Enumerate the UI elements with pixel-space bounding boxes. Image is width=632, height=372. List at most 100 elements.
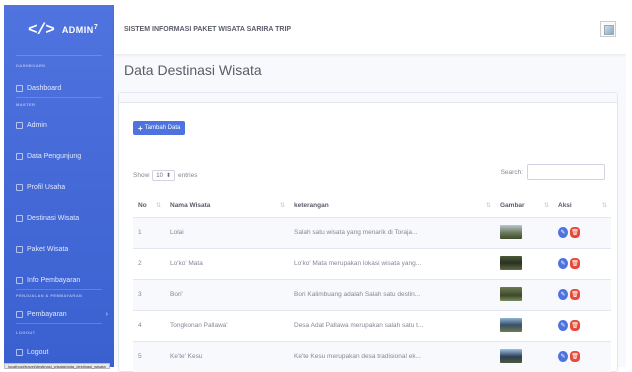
- add-data-label: Tambah Data: [144, 125, 181, 131]
- credit-card-icon: [16, 276, 23, 284]
- sort-icon: ⇅: [279, 203, 285, 209]
- delete-button[interactable]: 🗑: [570, 320, 580, 331]
- sidebar-divider: [16, 55, 102, 56]
- table-row: 5 Ke'te' Kesu Ke'te Kesu merupakan desa …: [133, 340, 611, 372]
- cell-gambar: [495, 247, 553, 279]
- browser-status-url: localhost/travel/destinasi_wisata/data_d…: [4, 363, 110, 369]
- cell-nama: Bori': [165, 278, 289, 310]
- cell-no: 5: [133, 340, 165, 372]
- cell-nama: Tongkonan Pallawa': [165, 309, 289, 341]
- user-icon: [16, 121, 23, 129]
- cell-keterangan: Ke'te Kesu merupakan desa tradisional ek…: [289, 340, 495, 372]
- sidebar-item-label: Dashboard: [27, 84, 62, 92]
- users-icon: [16, 152, 23, 160]
- map-icon: [16, 214, 23, 222]
- table-header-row: No ⇅ Nama Wisata ⇅ keterangan ⇅ Gambar ⇅ Aks…: [133, 195, 611, 218]
- destination-thumbnail: [500, 224, 522, 239]
- sidebar-item-dashboard[interactable]: Dashboard: [16, 81, 108, 95]
- sidebar-heading-dashboard: DASHBOARD: [16, 63, 46, 68]
- destination-thumbnail: [500, 255, 522, 270]
- sidebar-divider: [16, 289, 102, 290]
- select-arrows-icon: ⬍: [165, 173, 171, 179]
- edit-button[interactable]: ✎: [558, 258, 568, 269]
- topbar: SISTEM INFORMASI PAKET WISATA SARIRA TRI…: [114, 5, 626, 54]
- sidebar-item-info-pembayaran[interactable]: Info Pembayaran: [16, 273, 108, 287]
- table-row: 1 Lolai Salah satu wisata yang menarik d…: [133, 216, 611, 248]
- sidebar-heading-master: MASTER: [16, 102, 36, 107]
- sort-icon: ⇅: [601, 203, 607, 209]
- edit-button[interactable]: ✎: [558, 289, 568, 300]
- delete-button[interactable]: 🗑: [570, 289, 580, 300]
- delete-button[interactable]: 🗑: [570, 227, 580, 238]
- cell-aksi: ✎ 🗑: [553, 247, 611, 279]
- delete-button[interactable]: 🗑: [570, 258, 580, 269]
- cell-no: 1: [133, 216, 165, 248]
- topbar-title: SISTEM INFORMASI PAKET WISATA SARIRA TRI…: [124, 26, 292, 33]
- cell-aksi: ✎ 🗑: [553, 278, 611, 310]
- cell-gambar: [495, 278, 553, 310]
- sidebar-item-pembayaran[interactable]: Pembayaran ›: [16, 307, 108, 321]
- cell-keterangan: Lo'ko' Mata merupakan lokasi wisata yang…: [289, 247, 495, 279]
- cell-nama: Ke'te' Kesu: [165, 340, 289, 372]
- cell-gambar: [495, 309, 553, 341]
- cell-gambar: [495, 340, 553, 372]
- sidebar-heading-transactions: PENJUALAN & PEMBAYARAN: [16, 293, 83, 298]
- sidebar-item-logout[interactable]: Logout: [16, 345, 108, 359]
- entries-select[interactable]: 10 ⬍: [152, 170, 175, 181]
- destination-thumbnail: [500, 286, 522, 301]
- cell-nama: Lo'ko' Mata: [165, 247, 289, 279]
- sidebar-item-label: Logout: [27, 348, 49, 356]
- table-row: 3 Bori' Bori Kalimbuang adalah Salah sat…: [133, 278, 611, 310]
- column-header-gambar[interactable]: Gambar ⇅: [495, 195, 553, 218]
- destination-thumbnail: [500, 348, 522, 363]
- building-icon: [16, 183, 23, 191]
- delete-button[interactable]: 🗑: [570, 351, 580, 363]
- cell-nama: Lolai: [165, 216, 289, 248]
- edit-button[interactable]: ✎: [558, 320, 568, 331]
- sort-icon: ⇅: [485, 203, 491, 209]
- destinations-table: No ⇅ Nama Wisata ⇅ keterangan ⇅ Gambar ⇅ Aks…: [133, 195, 611, 372]
- column-header-keterangan[interactable]: keterangan ⇅: [289, 195, 495, 218]
- sidebar-item-profil-usaha[interactable]: Profil Usaha: [16, 180, 108, 194]
- sidebar-item-label: Data Pengunjung: [27, 152, 82, 160]
- sidebar-item-label: Info Pembayaran: [27, 276, 81, 284]
- sidebar-item-label: Profil Usaha: [27, 183, 66, 191]
- brand[interactable]: </> ADMIN7: [4, 5, 114, 54]
- cell-no: 2: [133, 247, 165, 279]
- table-row: 4 Tongkonan Pallawa' Desa Adat Pallawa m…: [133, 309, 611, 341]
- cell-keterangan: Bori Kalimbuang adalah Salah satu destin…: [289, 278, 495, 310]
- sign-out-icon: [16, 348, 23, 356]
- sidebar-item-label: Paket Wisata: [27, 245, 69, 253]
- brand-name: ADMIN7: [61, 24, 99, 35]
- sidebar-item-paket-wisata[interactable]: Paket Wisata: [16, 242, 108, 256]
- column-header-no[interactable]: No ⇅: [133, 195, 165, 218]
- box-icon: [16, 245, 23, 253]
- edit-button[interactable]: ✎: [558, 227, 568, 238]
- sidebar-item-label: Admin: [27, 121, 47, 129]
- entries-select-value: 10: [156, 172, 163, 179]
- cell-keterangan: Salah satu wisata yang menarik di Toraja…: [289, 216, 495, 248]
- search-input[interactable]: [527, 164, 605, 180]
- sort-icon: ⇅: [543, 203, 549, 209]
- data-card: + Tambah Data Show 10 ⬍ entries Search: …: [118, 92, 618, 372]
- sidebar-item-label: Destinasi Wisata: [27, 214, 80, 222]
- sidebar-divider: [16, 323, 102, 324]
- cell-gambar: [495, 216, 553, 248]
- column-header-nama-wisata[interactable]: Nama Wisata ⇅: [165, 195, 289, 218]
- entries-label: entries: [177, 172, 198, 179]
- money-icon: [16, 310, 23, 318]
- sidebar-item-admin[interactable]: Admin: [16, 118, 108, 132]
- edit-button[interactable]: ✎: [558, 351, 568, 363]
- sidebar-item-destinasi-wisata[interactable]: Destinasi Wisata: [16, 211, 108, 225]
- sidebar-item-data-pengunjung[interactable]: Data Pengunjung: [16, 149, 108, 163]
- table-row: 2 Lo'ko' Mata Lo'ko' Mata merupakan loka…: [133, 247, 611, 279]
- chevron-right-icon: ›: [105, 310, 108, 318]
- search-label: Search:: [500, 168, 523, 176]
- search-control: Search:: [501, 164, 605, 180]
- entries-control: Show 10 ⬍ entries: [133, 170, 198, 181]
- column-header-aksi[interactable]: Aksi ⇅: [553, 195, 611, 218]
- plus-icon: +: [138, 123, 143, 133]
- user-avatar-icon[interactable]: [600, 21, 616, 37]
- destination-thumbnail: [500, 317, 522, 332]
- add-data-button[interactable]: + Tambah Data: [133, 121, 186, 135]
